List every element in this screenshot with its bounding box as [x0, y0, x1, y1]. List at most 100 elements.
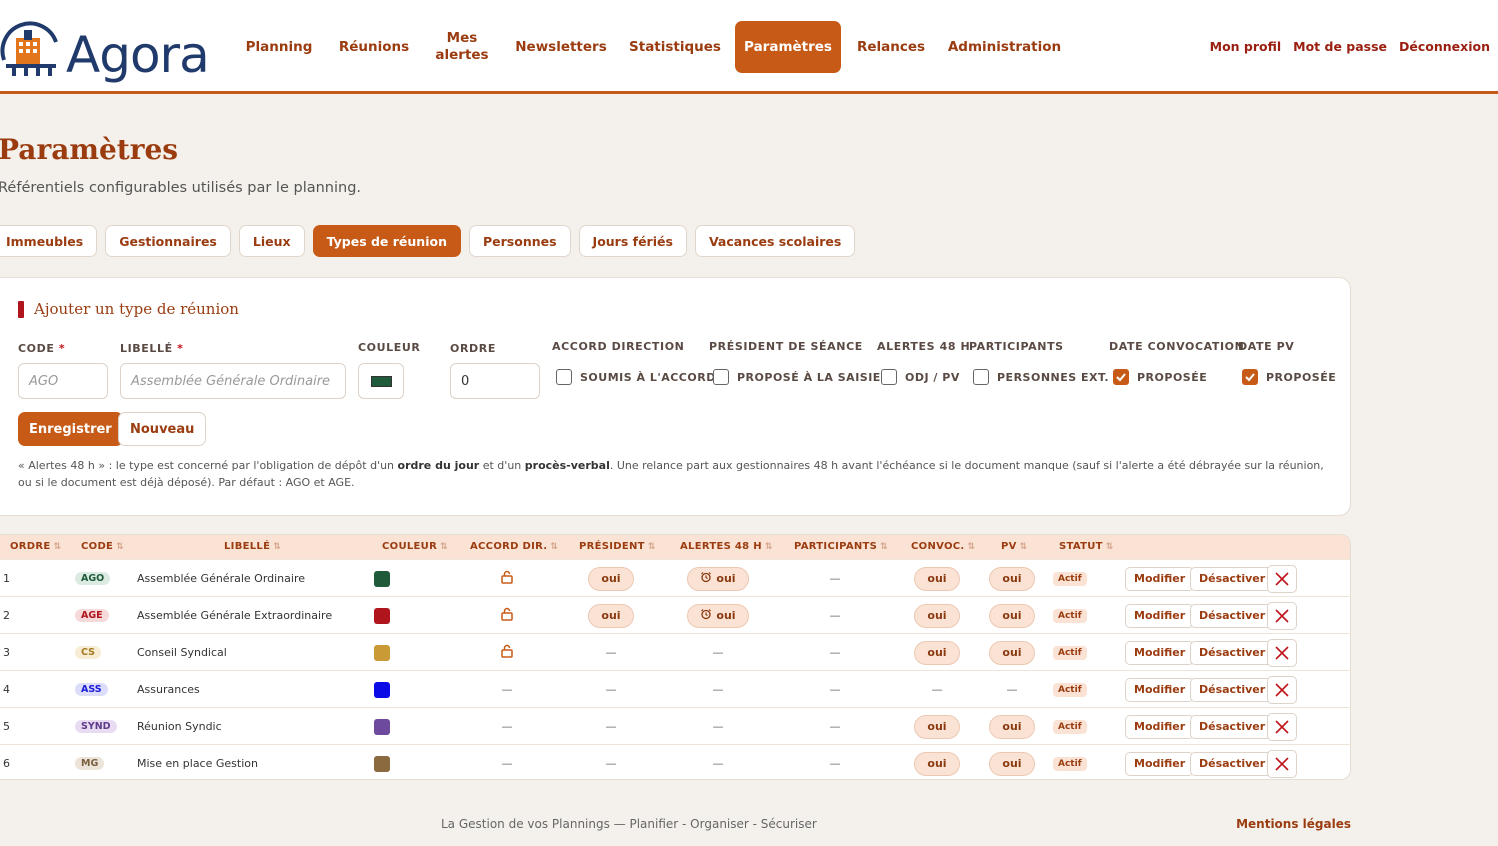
code-input[interactable]: AGO	[18, 363, 108, 399]
cell-delete	[1267, 634, 1299, 671]
mot-de-passe-link[interactable]: Mot de passe	[1293, 39, 1387, 54]
tab-immeubles[interactable]: Immeubles	[0, 225, 98, 257]
modifier-button[interactable]: Modifier	[1125, 677, 1195, 702]
cell-participants: —	[795, 671, 875, 708]
logo[interactable]: Agora	[0, 12, 215, 84]
col-convoc[interactable]: CONVOC. ⇅	[911, 541, 975, 552]
nav-administration[interactable]: Administration	[946, 21, 1063, 73]
nouveau-button[interactable]: Nouveau	[118, 412, 207, 446]
cell-delete	[1267, 708, 1299, 745]
desactiver-button[interactable]: Désactiver	[1190, 751, 1275, 776]
lock-open-icon	[500, 607, 514, 624]
modifier-button[interactable]: Modifier	[1125, 751, 1195, 776]
col-president[interactable]: PRÉSIDENT ⇅	[579, 541, 656, 552]
cell-accord	[477, 634, 537, 671]
tab-personnes[interactable]: Personnes	[468, 225, 571, 257]
page-subtitle: Référentiels configurables utilisés par …	[0, 180, 362, 196]
cell-libelle: Assemblée Générale Ordinaire	[137, 572, 305, 585]
tab-gestionnaires[interactable]: Gestionnaires	[105, 225, 231, 257]
cell-modify: Modifier	[1125, 708, 1195, 745]
accord-checkbox[interactable]: SOUMIS À L'ACCORD	[556, 369, 716, 385]
desactiver-button[interactable]: Désactiver	[1190, 603, 1275, 628]
cell-statut: Actif	[1053, 634, 1103, 671]
col-couleur[interactable]: COULEUR ⇅	[382, 541, 448, 552]
col-libelle[interactable]: LIBELLÉ ⇅	[224, 541, 281, 552]
add-meeting-type-card: Ajouter un type de réunion CODE * AGO LI…	[0, 277, 1351, 516]
pv-checkbox[interactable]: PROPOSÉE	[1242, 369, 1336, 385]
ordre-input[interactable]: 0	[450, 363, 540, 399]
card-title: Ajouter un type de réunion	[18, 300, 239, 318]
cell-libelle: Conseil Syndical	[137, 646, 227, 659]
mentions-legales-link[interactable]: Mentions légales	[1236, 817, 1351, 831]
delete-x-icon[interactable]	[1267, 749, 1297, 778]
deconnexion-link[interactable]: Déconnexion	[1399, 39, 1490, 54]
col-statut[interactable]: STATUT ⇅	[1059, 541, 1114, 552]
top-header: Agora Planning Réunions Mes alertes News…	[0, 0, 1498, 94]
col-participants[interactable]: PARTICIPANTS ⇅	[794, 541, 888, 552]
nav-planning[interactable]: Planning	[240, 21, 318, 73]
checkbox-checked-icon	[1113, 369, 1129, 385]
delete-x-icon[interactable]	[1267, 638, 1297, 667]
color-swatch	[374, 570, 390, 587]
color-swatch	[374, 681, 390, 698]
desactiver-button[interactable]: Désactiver	[1190, 677, 1275, 702]
col-accord[interactable]: ACCORD DIR. ⇅	[470, 541, 558, 552]
participants-checkbox[interactable]: PERSONNES EXT.	[973, 369, 1109, 385]
tab-jours-feries[interactable]: Jours fériés	[578, 225, 687, 257]
nav-relances[interactable]: Relances	[852, 21, 930, 73]
col-code[interactable]: CODE ⇅	[81, 541, 124, 552]
oui-pill: oui	[914, 751, 960, 776]
empty-dash: —	[712, 683, 724, 696]
delete-x-icon[interactable]	[1267, 601, 1297, 630]
cell-alertes: —	[675, 745, 761, 779]
color-picker[interactable]	[358, 363, 404, 399]
alertes-checkbox[interactable]: ODJ / PV	[881, 369, 960, 385]
cell-convoc: oui	[897, 745, 977, 779]
settings-tabs: Immeubles Gestionnaires Lieux Types de r…	[0, 225, 856, 257]
delete-x-icon[interactable]	[1267, 564, 1297, 593]
nav-reunions[interactable]: Réunions	[334, 21, 414, 73]
desactiver-button[interactable]: Désactiver	[1190, 714, 1275, 739]
libelle-label: LIBELLÉ *	[120, 342, 184, 355]
tab-vacances-scolaires[interactable]: Vacances scolaires	[694, 225, 856, 257]
mon-profil-link[interactable]: Mon profil	[1210, 39, 1282, 54]
modifier-button[interactable]: Modifier	[1125, 603, 1195, 628]
cell-code: AGO	[75, 560, 135, 597]
delete-x-icon[interactable]	[1267, 712, 1297, 741]
desactiver-button[interactable]: Désactiver	[1190, 566, 1275, 591]
enregistrer-button[interactable]: Enregistrer	[18, 412, 123, 446]
cell-ordre: 1	[3, 572, 10, 585]
col-alertes[interactable]: ALERTES 48 H ⇅	[680, 541, 773, 552]
cell-president: oui	[571, 597, 651, 634]
color-swatch	[374, 607, 390, 624]
nav-newsletters[interactable]: Newsletters	[511, 21, 611, 73]
cell-deactivate: Désactiver	[1190, 634, 1275, 671]
libelle-input[interactable]: Assemblée Générale Ordinaire	[120, 363, 346, 399]
desactiver-button[interactable]: Désactiver	[1190, 640, 1275, 665]
modifier-button[interactable]: Modifier	[1125, 566, 1195, 591]
tab-types-de-reunion[interactable]: Types de réunion	[312, 225, 461, 257]
modifier-button[interactable]: Modifier	[1125, 714, 1195, 739]
status-badge: Actif	[1053, 719, 1087, 734]
convocation-checkbox[interactable]: PROPOSÉE	[1113, 369, 1207, 385]
tab-lieux[interactable]: Lieux	[238, 225, 305, 257]
building-logo-icon	[0, 21, 58, 76]
empty-dash: —	[829, 683, 841, 696]
col-ordre[interactable]: ORDRE ⇅	[10, 541, 61, 552]
nav-statistiques[interactable]: Statistiques	[626, 21, 724, 73]
nav-parametres[interactable]: Paramètres	[735, 21, 841, 73]
col-pv[interactable]: PV ⇅	[1001, 541, 1028, 552]
nav-mes-alertes[interactable]: Mes alertes	[430, 21, 494, 73]
president-checkbox[interactable]: PROPOSÉ À LA SAISIE	[713, 369, 881, 385]
cell-couleur	[371, 560, 393, 597]
lock-open-icon	[500, 570, 514, 587]
code-badge: MG	[75, 757, 105, 770]
cell-ordre: 6	[3, 757, 10, 770]
modifier-button[interactable]: Modifier	[1125, 640, 1195, 665]
cell-participants: —	[795, 560, 875, 597]
cell-ordre: 5	[3, 720, 10, 733]
cell-convoc: —	[897, 671, 977, 708]
oui-pill: oui	[914, 603, 960, 628]
delete-x-icon[interactable]	[1267, 675, 1297, 704]
color-swatch	[374, 718, 390, 735]
